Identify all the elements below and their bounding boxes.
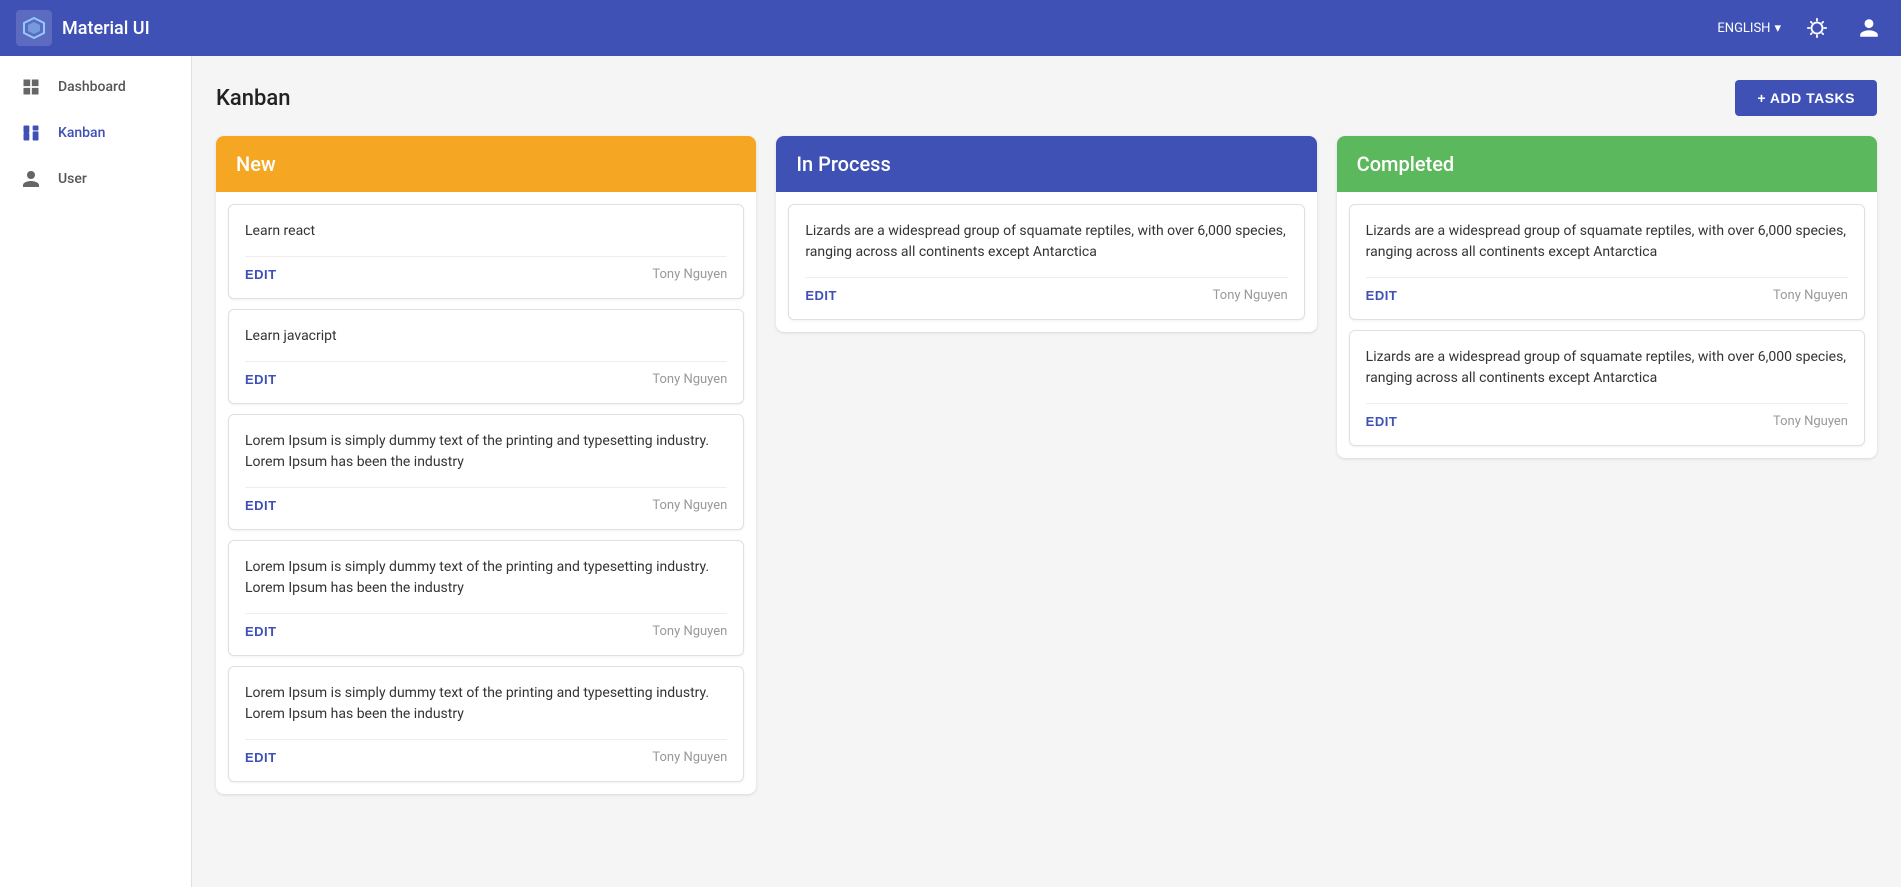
task-footer: EDIT Tony Nguyen	[245, 613, 727, 639]
task-text: Lizards are a widespread group of squama…	[805, 221, 1287, 263]
column-new: New Learn react EDIT Tony Nguyen Learn j…	[216, 136, 756, 794]
task-text: Learn react	[245, 221, 727, 242]
task-footer: EDIT Tony Nguyen	[1366, 403, 1848, 429]
sidebar-item-user[interactable]: User	[0, 156, 191, 202]
task-card: Lorem Ipsum is simply dummy text of the …	[228, 414, 744, 530]
edit-button[interactable]: EDIT	[245, 750, 277, 765]
task-card: Lorem Ipsum is simply dummy text of the …	[228, 666, 744, 782]
language-label: ENGLISH	[1717, 21, 1770, 36]
task-author: Tony Nguyen	[1213, 288, 1288, 303]
task-card: Learn javacript EDIT Tony Nguyen	[228, 309, 744, 404]
column-title-inprocess: In Process	[796, 152, 890, 176]
column-header-new: New	[216, 136, 756, 192]
column-body-completed: Lizards are a widespread group of squama…	[1337, 192, 1877, 458]
main-header: Kanban + ADD TASKS	[216, 80, 1877, 116]
task-text: Lorem Ipsum is simply dummy text of the …	[245, 557, 727, 599]
edit-button[interactable]: EDIT	[245, 267, 277, 282]
main-content: Kanban + ADD TASKS New Learn react EDIT …	[192, 56, 1901, 887]
task-author: Tony Nguyen	[652, 267, 727, 282]
edit-button[interactable]: EDIT	[1366, 288, 1398, 303]
top-nav: Material UI ENGLISH ▾	[0, 0, 1901, 56]
topnav-left: Material UI	[16, 10, 150, 46]
column-header-completed: Completed	[1337, 136, 1877, 192]
sidebar-label-user: User	[58, 171, 87, 187]
task-text: Learn javacript	[245, 326, 727, 347]
sidebar-item-kanban[interactable]: Kanban	[0, 110, 191, 156]
task-footer: EDIT Tony Nguyen	[245, 487, 727, 513]
app-logo	[16, 10, 52, 46]
task-card: Lizards are a widespread group of squama…	[1349, 204, 1865, 320]
edit-button[interactable]: EDIT	[245, 498, 277, 513]
kanban-board: New Learn react EDIT Tony Nguyen Learn j…	[216, 136, 1877, 794]
task-footer: EDIT Tony Nguyen	[245, 739, 727, 765]
task-footer: EDIT Tony Nguyen	[245, 256, 727, 282]
edit-button[interactable]: EDIT	[245, 624, 277, 639]
kanban-icon	[20, 122, 42, 144]
sidebar-label-dashboard: Dashboard	[58, 79, 126, 95]
user-icon	[20, 168, 42, 190]
sidebar: Dashboard Kanban User	[0, 56, 192, 887]
task-author: Tony Nguyen	[652, 372, 727, 387]
task-author: Tony Nguyen	[1773, 288, 1848, 303]
task-card: Lorem Ipsum is simply dummy text of the …	[228, 540, 744, 656]
logo-icon	[20, 14, 48, 42]
column-completed: Completed Lizards are a widespread group…	[1337, 136, 1877, 458]
layout: Dashboard Kanban User Kanban + ADD TASKS	[0, 56, 1901, 887]
task-author: Tony Nguyen	[652, 498, 727, 513]
column-body-new: Learn react EDIT Tony Nguyen Learn javac…	[216, 192, 756, 794]
column-body-inprocess: Lizards are a widespread group of squama…	[776, 192, 1316, 332]
edit-button[interactable]: EDIT	[1366, 414, 1398, 429]
column-header-inprocess: In Process	[776, 136, 1316, 192]
task-footer: EDIT Tony Nguyen	[245, 361, 727, 387]
account-button[interactable]	[1853, 12, 1885, 44]
task-card: Lizards are a widespread group of squama…	[1349, 330, 1865, 446]
edit-button[interactable]: EDIT	[245, 372, 277, 387]
task-footer: EDIT Tony Nguyen	[1366, 277, 1848, 303]
topnav-right: ENGLISH ▾	[1717, 12, 1885, 44]
task-text: Lorem Ipsum is simply dummy text of the …	[245, 683, 727, 725]
task-text: Lizards are a widespread group of squama…	[1366, 221, 1848, 263]
app-title: Material UI	[62, 18, 150, 39]
edit-button[interactable]: EDIT	[805, 288, 837, 303]
brightness-icon	[1806, 17, 1828, 39]
page-title: Kanban	[216, 86, 290, 111]
dashboard-icon	[20, 76, 42, 98]
task-card: Learn react EDIT Tony Nguyen	[228, 204, 744, 299]
task-footer: EDIT Tony Nguyen	[805, 277, 1287, 303]
task-text: Lorem Ipsum is simply dummy text of the …	[245, 431, 727, 473]
column-title-new: New	[236, 152, 276, 176]
task-text: Lizards are a widespread group of squama…	[1366, 347, 1848, 389]
task-card: Lizards are a widespread group of squama…	[788, 204, 1304, 320]
task-author: Tony Nguyen	[652, 624, 727, 639]
column-inprocess: In Process Lizards are a widespread grou…	[776, 136, 1316, 332]
sidebar-label-kanban: Kanban	[58, 125, 105, 141]
column-title-completed: Completed	[1357, 152, 1455, 176]
chevron-down-icon: ▾	[1774, 21, 1781, 36]
task-author: Tony Nguyen	[652, 750, 727, 765]
theme-toggle-button[interactable]	[1801, 12, 1833, 44]
task-author: Tony Nguyen	[1773, 414, 1848, 429]
language-selector[interactable]: ENGLISH ▾	[1717, 21, 1781, 36]
sidebar-item-dashboard[interactable]: Dashboard	[0, 64, 191, 110]
account-icon	[1858, 17, 1880, 39]
add-tasks-button[interactable]: + ADD TASKS	[1735, 80, 1877, 116]
